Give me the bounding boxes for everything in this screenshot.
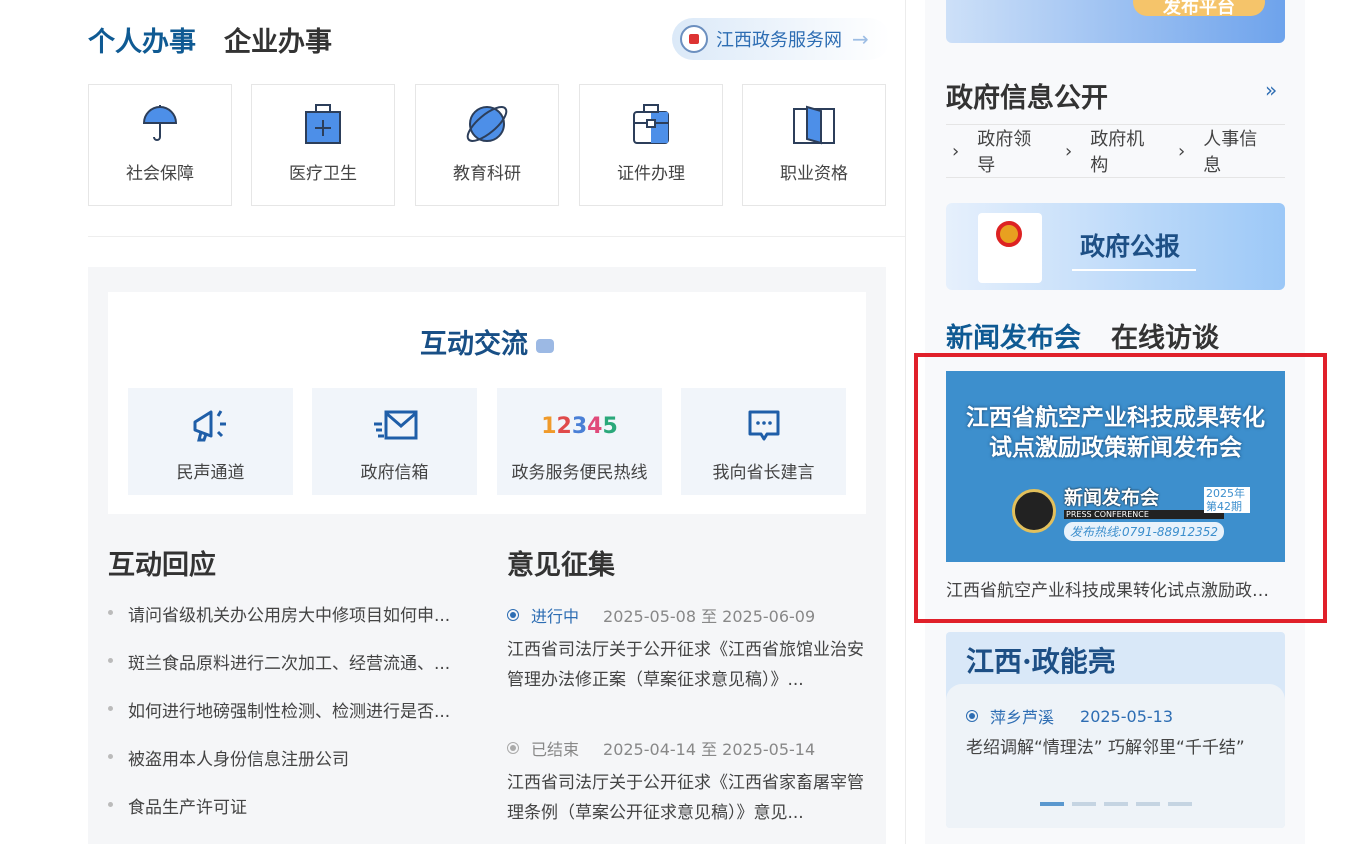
ia-label: 我向省长建言 xyxy=(712,463,815,483)
interaction-card: 互动交流 民声通道 政府信箱 12345 政务服务便民热线 我向省长建言 xyxy=(108,292,866,514)
press-brand: 新闻发布会 PRESS CONFERENCE 2025年 第42期 发布热线:07… xyxy=(1064,483,1250,541)
tab-press-conference[interactable]: 新闻发布会 xyxy=(946,323,1081,354)
responses-title: 互动回应 xyxy=(108,550,216,581)
zn-source: 萍乡芦溪 xyxy=(990,708,1055,727)
ia-hotline-12345[interactable]: 12345 政务服务便民热线 xyxy=(497,388,662,495)
list-item[interactable]: 如何进行地磅强制性检测、检测进行是否... xyxy=(108,697,450,745)
ia-label: 政务服务便民热线 xyxy=(511,463,648,483)
list-item[interactable]: 被盗用本人身份信息注册公司 xyxy=(108,745,450,793)
service-qualifications[interactable]: 职业资格 xyxy=(742,84,886,206)
link-gov-agencies[interactable]: 政府机构 xyxy=(1090,125,1160,177)
status-dot-icon xyxy=(507,609,519,621)
service-label: 教育科研 xyxy=(453,164,521,184)
carousel-dot[interactable] xyxy=(1040,802,1064,806)
ia-public-voice[interactable]: 民声通道 xyxy=(128,388,293,495)
chat-icon xyxy=(681,406,846,446)
mail-icon xyxy=(312,406,477,446)
opinion-text[interactable]: 江西省司法厅关于公开征求《江西省旅馆业治安管理办法修正案（草案征求意见稿）》..… xyxy=(507,635,867,695)
service-medical[interactable]: 医疗卫生 xyxy=(251,84,395,206)
release-platform-banner[interactable]: 发布平台 xyxy=(946,0,1285,43)
opinion-item[interactable]: 已结束 2025-04-14 至 2025-05-14 江西省司法厅关于公开征求《… xyxy=(507,736,867,828)
service-label: 证件办理 xyxy=(617,164,685,184)
service-social-security[interactable]: 社会保障 xyxy=(88,84,232,206)
responses-list: 请问省级机关办公用房大中修项目如何申... 斑兰食品原料进行二次加工、经营流通、… xyxy=(108,601,450,841)
ia-label: 政府信箱 xyxy=(360,463,429,483)
more-link[interactable]: » xyxy=(1265,78,1277,102)
gov-info-links: › 政府领导 › 政府机构 › 人事信息 xyxy=(946,124,1285,178)
list-item[interactable]: 斑兰食品原料进行二次加工、经营流通、... xyxy=(108,649,450,697)
carousel-dot[interactable] xyxy=(1072,802,1096,806)
date-range: 2025-04-14 至 2025-05-14 xyxy=(603,740,816,759)
zn-slide[interactable]: 萍乡芦溪 2025-05-13 老绍调解“情理法” 巧解邻里“千千结” xyxy=(946,684,1285,828)
list-item[interactable]: 请问省级机关办公用房大中修项目如何申... xyxy=(108,601,450,649)
microphone-logo-icon xyxy=(1012,489,1056,533)
document-icon xyxy=(978,213,1042,283)
tab-online-interview[interactable]: 在线访谈 xyxy=(1111,323,1219,354)
status-dot-icon xyxy=(507,742,519,754)
zhengnengliang-card: 江西·政能亮 萍乡芦溪 2025-05-13 老绍调解“情理法” 巧解邻里“千千结… xyxy=(946,632,1285,828)
service-label: 医疗卫生 xyxy=(289,164,357,184)
status-badge: 已结束 xyxy=(531,740,580,759)
service-label: 社会保障 xyxy=(126,164,194,184)
opinion-item[interactable]: 进行中 2025-05-08 至 2025-06-09 江西省司法厅关于公开征求《… xyxy=(507,603,867,695)
banner-label: 发布平台 xyxy=(1133,0,1265,16)
zn-date: 2025-05-13 xyxy=(1080,706,1173,726)
column-divider xyxy=(905,0,906,844)
ia-gov-mailbox[interactable]: 政府信箱 xyxy=(312,388,477,495)
gov-info-title: 政府信息公开 xyxy=(946,83,1108,114)
ia-label: 民声通道 xyxy=(176,463,245,483)
book-icon xyxy=(743,103,885,145)
chevron-right-icon: › xyxy=(952,140,960,162)
umbrella-icon xyxy=(89,103,231,145)
carousel-dot[interactable] xyxy=(1168,802,1192,806)
planet-icon xyxy=(416,103,558,145)
medical-kit-icon xyxy=(252,103,394,145)
gov-gazette-banner[interactable]: 政府公报 xyxy=(946,203,1285,290)
ia-suggest-governor[interactable]: 我向省长建言 xyxy=(681,388,846,495)
opinions-title: 意见征集 xyxy=(507,550,615,581)
main-tabs: 个人办事 企业办事 xyxy=(88,20,360,59)
portal-link-label: 江西政务服务网 xyxy=(716,30,842,51)
tab-personal[interactable]: 个人办事 xyxy=(88,27,196,58)
chevron-right-icon: › xyxy=(1178,140,1186,162)
link-gov-leaders[interactable]: 政府领导 xyxy=(977,125,1047,177)
carousel-dot[interactable] xyxy=(1104,802,1128,806)
carousel-dot[interactable] xyxy=(1136,802,1160,806)
press-conference-image[interactable]: 江西省航空产业科技成果转化 试点激励政策新闻发布会 新闻发布会 PRESS CON… xyxy=(946,371,1285,562)
zn-title: 江西·政能亮 xyxy=(966,645,1116,678)
emblem-icon xyxy=(996,221,1022,247)
list-item[interactable]: 食品生产许可证 xyxy=(108,793,450,841)
tab-enterprise[interactable]: 企业办事 xyxy=(224,27,332,58)
opinion-text[interactable]: 江西省司法厅关于公开征求《江西省家畜屠宰管理条例（草案公开征求意见稿）》意见..… xyxy=(507,768,867,828)
news-caption[interactable]: 江西省航空产业科技成果转化试点激励政策新闻发布会 xyxy=(946,576,1285,601)
hotline-12345-icon: 12345 xyxy=(541,413,618,439)
service-education[interactable]: 教育科研 xyxy=(415,84,559,206)
image-title: 江西省航空产业科技成果转化 试点激励政策新闻发布会 xyxy=(966,405,1265,461)
interaction-title: 互动交流 xyxy=(108,322,866,361)
news-tabs: 新闻发布会 在线访谈 xyxy=(946,316,1249,355)
jiangxi-gov-service-link[interactable]: 江西政务服务网 → xyxy=(672,18,890,60)
carousel-dots xyxy=(1040,802,1192,806)
zn-text: 老绍调解“情理法” 巧解邻里“千千结” xyxy=(966,738,1245,758)
date-range: 2025-05-08 至 2025-06-09 xyxy=(603,607,816,626)
briefcase-icon xyxy=(580,103,722,145)
arrow-right-icon: → xyxy=(852,27,869,51)
chevron-right-icon: › xyxy=(1065,140,1073,162)
gazette-label: 政府公报 xyxy=(1080,232,1181,261)
decor-line xyxy=(1072,269,1196,271)
status-badge: 进行中 xyxy=(531,607,580,626)
megaphone-icon xyxy=(128,406,293,446)
service-label: 职业资格 xyxy=(780,164,848,184)
speech-bubble-icon xyxy=(536,339,554,353)
divider xyxy=(88,236,905,237)
seal-icon xyxy=(680,25,708,53)
service-certificates[interactable]: 证件办理 xyxy=(579,84,723,206)
link-personnel[interactable]: 人事信息 xyxy=(1203,125,1273,177)
status-dot-icon xyxy=(966,710,978,722)
